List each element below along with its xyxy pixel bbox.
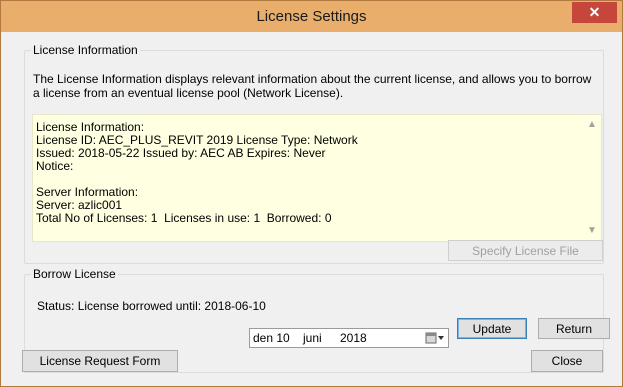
license-information-group: License Information The License Informat…	[24, 43, 604, 264]
return-button[interactable]: Return	[538, 318, 610, 339]
scroll-down-arrow-icon[interactable]: ▼	[585, 225, 599, 237]
license-detail-line: Total No of Licenses: 1 Licenses in use:…	[36, 211, 332, 225]
date-month[interactable]: juni	[303, 329, 322, 347]
close-button[interactable]: Close	[531, 350, 603, 372]
title-bar[interactable]: License Settings ✕	[1, 1, 622, 32]
calendar-dropdown-icon[interactable]	[425, 332, 445, 344]
license-detail-line: Issued: 2018-05-22 Issued by: AEC AB Exp…	[36, 146, 326, 160]
window-close-button[interactable]: ✕	[572, 2, 617, 23]
license-details-box[interactable]: License Information: License ID: AEC_PLUS…	[32, 114, 602, 242]
license-detail-line: Notice:	[36, 159, 74, 173]
update-button[interactable]: Update	[457, 318, 527, 339]
specify-license-file-button[interactable]: Specify License File	[448, 240, 603, 261]
window-title: License Settings	[256, 8, 367, 25]
scroll-up-arrow-icon[interactable]: ▲	[585, 119, 599, 131]
borrow-date-picker[interactable]: den 10 juni 2018	[249, 328, 449, 348]
license-settings-window: License Settings ✕ License Information T…	[0, 0, 623, 387]
license-information-description: The License Information displays relevan…	[33, 72, 592, 100]
license-information-legend: License Information	[31, 43, 140, 57]
date-year[interactable]: 2018	[340, 329, 367, 347]
license-request-form-button[interactable]: License Request Form	[22, 350, 178, 372]
borrow-license-legend: Borrow License	[31, 267, 118, 281]
date-day[interactable]: den 10	[253, 329, 290, 347]
license-details-text: License Information: License ID: AEC_PLUS…	[36, 121, 576, 225]
dialog-content: License Information The License Informat…	[9, 32, 614, 378]
borrow-status-text: Status: License borrowed until: 2018-06-…	[37, 299, 266, 313]
